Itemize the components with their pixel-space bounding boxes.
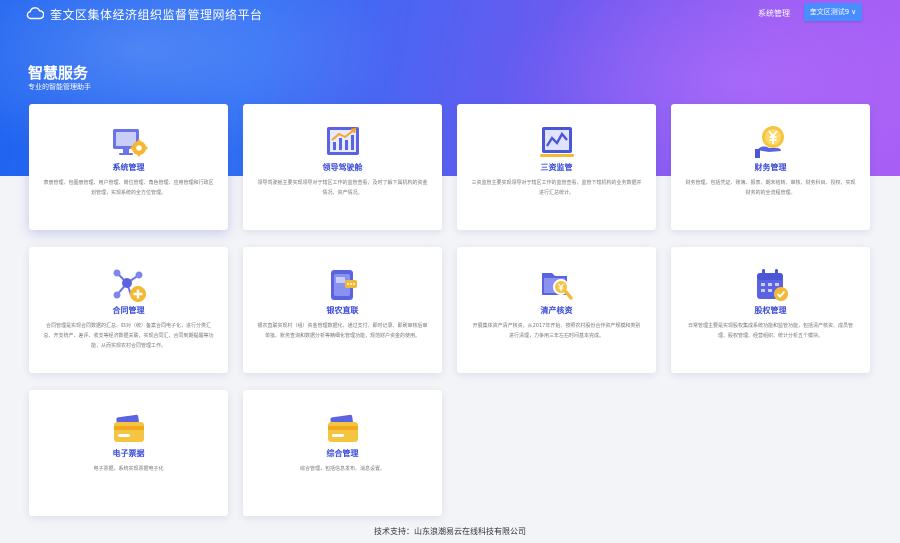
card-description: 电子票据，系统实现票据电子化 [93, 466, 164, 472]
nav-system-management[interactable]: 系统管理 [758, 8, 790, 19]
card-title: 合同管理 [112, 306, 145, 315]
card-equity-management[interactable]: 股权管理 日常管理主要是实现股权集成系统功能和监管功能，包括清产核资、成员管理、… [671, 247, 870, 373]
card-title: 银农直联 [326, 306, 359, 315]
card-description: 领导驾驶舱主要实现领导对于辖区工作的监管查看，及时了解下属机构的资金情况、资产情… [257, 180, 428, 196]
card-three-assets-supervision[interactable]: 三资监管 三资监管主要实现领导对于辖区工作的监管查看，监管下辖机构的业务数据并进… [457, 104, 656, 230]
footer-credit: 技术支持：山东浪潮易云在线科技有限公司 [374, 527, 526, 536]
wallet-card-icon [328, 414, 358, 442]
bank-card-icon [331, 270, 357, 300]
cloud-logo-icon [26, 7, 44, 20]
card-title: 三资监管 [540, 163, 573, 172]
calendar-check-icon [757, 269, 788, 301]
network-plus-icon [113, 269, 146, 302]
card-title: 清产核资 [540, 306, 573, 315]
card-general-management[interactable]: 综合管理 综合管理，包括信息发布、消息设置。 [243, 390, 442, 516]
card-description: 综合管理，包括信息发布、消息设置。 [299, 466, 385, 472]
card-description: 表册管理、包图册管理、用户管理、岗位管理、角色管理、应用管理和行政区划管理，实现… [43, 180, 214, 196]
card-electronic-invoice[interactable]: 电子票据 电子票据，系统实现票据电子化 [29, 390, 228, 516]
card-description: 日常管理主要是实现股权集成系统功能和监管功能，包括清产核资、成员管理、股权管理、… [687, 323, 853, 339]
card-description: 财务管理，包括凭证、账簿、报表、期末结转、审核、财务科目、授权、实现财务的的全流… [685, 180, 856, 196]
app-title: 奎文区集体经济组织监督管理网络平台 [50, 8, 263, 22]
card-title: 股权管理 [754, 306, 787, 315]
section-title: 智慧服务 [28, 64, 89, 82]
card-title: 财务管理 [754, 163, 787, 172]
wallet-card-icon [114, 414, 144, 442]
section-subtitle: 专业的智能管理助手 [28, 83, 91, 91]
card-asset-verification[interactable]: 清产核资 开展集体资产清产核资，从2017年开始、按照农村股份合作资产规模和类别… [457, 247, 656, 373]
yuan-coin-icon [755, 126, 784, 158]
card-description: 银农直联实现村（组）资金管理数据化、通过支付、即时记录、即刷审核后审单批、账务查… [257, 323, 428, 339]
card-title: 电子票据 [112, 449, 145, 458]
card-leadership-cockpit[interactable]: 领导驾驶舱 领导驾驶舱主要实现领导对于辖区工作的监管查看，及时了解下属机构的资金… [243, 104, 442, 230]
card-title: 综合管理 [326, 449, 359, 458]
chevron-down-icon: ∨ [851, 8, 857, 16]
top-bar: 奎文区集体经济组织监督管理网络平台 系统管理 奎文区测试9 ∨ [0, 0, 900, 28]
folder-search-icon [542, 273, 573, 300]
card-description: 合同管理是实现合同数据的汇总、匹对（统）备案合同电子化，进行分类汇总、开支统产、… [43, 323, 214, 349]
line-chart-icon [540, 127, 574, 157]
card-bank-farmer-direct[interactable]: 银农直联 银农直联实现村（组）资金管理数据化、通过支付、即时记录、即刷审核后审单… [243, 247, 442, 373]
card-title: 系统管理 [112, 163, 145, 172]
monitor-gear-icon [113, 129, 148, 157]
card-finance-management[interactable]: 财务管理 财务管理，包括凭证、账簿、报表、期末结转、审核、财务科目、授权、实现财… [671, 104, 870, 230]
user-name: 奎文区测试9 [809, 8, 850, 16]
user-menu-button[interactable]: 奎文区测试9 ∨ [804, 3, 862, 21]
card-title: 领导驾驶舱 [322, 163, 363, 172]
card-system-management[interactable]: 系统管理 表册管理、包图册管理、用户管理、岗位管理、角色管理、应用管理和行政区划… [29, 104, 228, 230]
card-description: 三资监管主要实现领导对于辖区工作的监管查看，监管下辖机构的业务数据并进行汇总统计… [471, 180, 642, 196]
card-description: 开展集体资产清产核资，从2017年开始、按照农村股份合作资产规模和类别进行清理，… [472, 323, 641, 339]
bar-chart-icon [327, 127, 359, 155]
card-contract-management[interactable]: 合同管理 合同管理是实现合同数据的汇总、匹对（统）备案合同电子化，进行分类汇总、… [29, 247, 228, 373]
